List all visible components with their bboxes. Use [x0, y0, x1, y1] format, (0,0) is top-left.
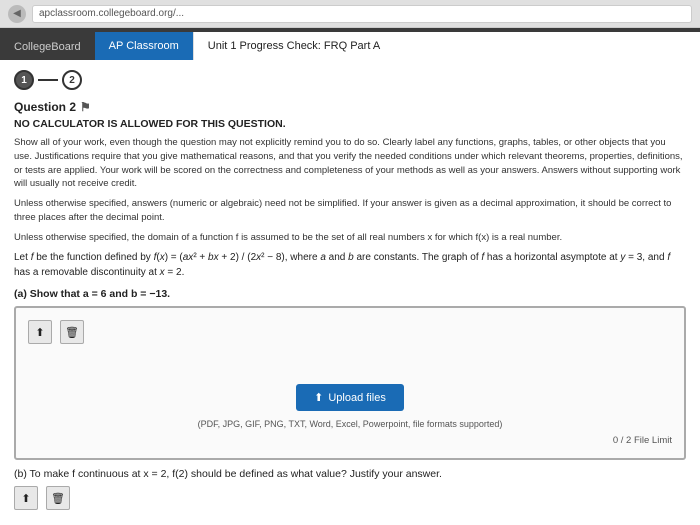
main-content: 1 2 Question 2 ⚑ NO CALCULATOR IS ALLOWE…: [0, 60, 700, 525]
upload-center: ⬆ Upload files (PDF, JPG, GIF, PNG, TXT,…: [28, 374, 672, 429]
tab-collegeboard[interactable]: CollegeBoard: [0, 34, 95, 60]
file-limit: 0 / 2 File Limit: [28, 435, 672, 446]
step-2: 2: [62, 70, 82, 90]
instructions: Show all of your work, even though the q…: [14, 136, 686, 191]
upload-area: ⬆ 🗑 ⬆ Upload files (PDF, JPG, GIF, PNG, …: [14, 306, 686, 460]
browser-bar: ◀ apclassroom.collegeboard.org/...: [0, 0, 700, 28]
no-calc-notice: NO CALCULATOR IS ALLOWED FOR THIS QUESTI…: [14, 118, 686, 130]
question-header: Question 2 ⚑: [14, 100, 686, 114]
upload-arrow-icon: ⬆: [314, 391, 323, 404]
part-b-trash-icon: 🗑: [51, 492, 65, 505]
step-line: [38, 79, 58, 81]
upload-toolbar-upload-btn[interactable]: ⬆: [28, 320, 52, 344]
part-b-toolbar: ⬆ 🗑: [14, 486, 686, 510]
problem-text: Let f be the function defined by f(x) = …: [14, 250, 686, 280]
page-title: Unit 1 Progress Check: FRQ Part A: [193, 32, 700, 60]
upload-formats: (PDF, JPG, GIF, PNG, TXT, Word, Excel, P…: [198, 419, 503, 429]
upload-toolbar: ⬆ 🗑: [28, 320, 672, 344]
step-indicator: 1 2: [14, 70, 686, 90]
flag-icon[interactable]: ⚑: [80, 100, 91, 114]
browser-back-button[interactable]: ◀: [8, 5, 26, 23]
step-1: 1: [14, 70, 34, 90]
part-b-trash-btn[interactable]: 🗑: [46, 486, 70, 510]
browser-url[interactable]: apclassroom.collegeboard.org/...: [32, 5, 692, 23]
tab-ap-classroom[interactable]: AP Classroom: [95, 32, 193, 60]
part-a-label: (a) Show that a = 6 and b = −13.: [14, 288, 686, 300]
trash-icon: 🗑: [65, 326, 79, 339]
upload-files-button[interactable]: ⬆ Upload files: [296, 384, 404, 411]
instructions-3: Unless otherwise specified, the domain o…: [14, 231, 686, 245]
nav-tabs: CollegeBoard AP Classroom Unit 1 Progres…: [0, 28, 700, 60]
part-b-label: (b) To make f continuous at x = 2, f(2) …: [14, 468, 686, 480]
upload-toolbar-trash-btn[interactable]: 🗑: [60, 320, 84, 344]
part-b-upload-icon: ⬆: [21, 492, 30, 505]
upload-small-icon: ⬆: [35, 326, 44, 339]
part-b-upload-btn[interactable]: ⬆: [14, 486, 38, 510]
instructions-2: Unless otherwise specified, answers (num…: [14, 197, 686, 225]
